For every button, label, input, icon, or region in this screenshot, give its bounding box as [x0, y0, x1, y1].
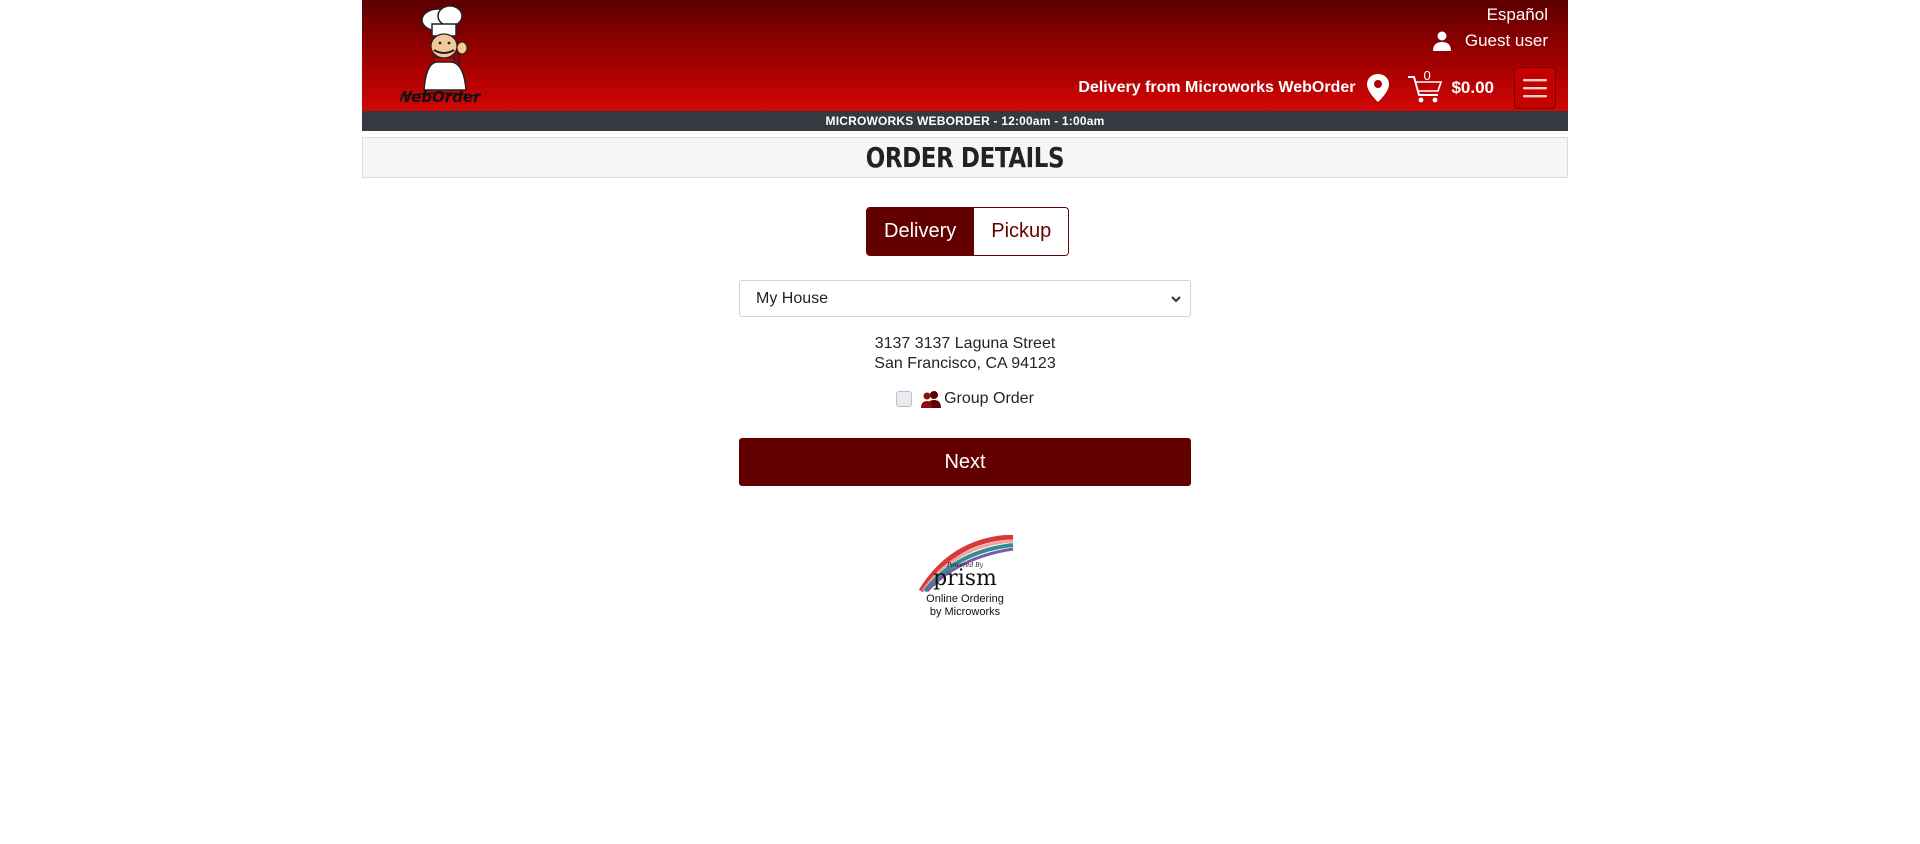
map-pin-icon[interactable] [1367, 74, 1390, 102]
language-link[interactable]: Español [1487, 5, 1548, 25]
menu-button[interactable] [1514, 67, 1556, 109]
powered-line-2: by Microworks [929, 606, 1001, 618]
page-wrapper: WebOrder Español Guest user Delivery fro… [362, 0, 1568, 618]
store-hours-bar: MICROWORKS WEBORDER - 12:00am - 1:00am [362, 111, 1568, 131]
header: WebOrder Español Guest user Delivery fro… [362, 0, 1568, 111]
address-select-value: My House [756, 290, 829, 307]
page-title-bar: ORDER DETAILS [362, 137, 1568, 178]
guest-user-label: Guest user [1464, 31, 1548, 50]
order-type-toggle: Delivery Pickup [866, 207, 1070, 256]
group-order-checkbox[interactable] [896, 391, 913, 407]
user-icon [1432, 31, 1451, 51]
address-select[interactable]: My House [739, 280, 1191, 317]
pickup-button[interactable]: Pickup [973, 208, 1069, 255]
cart-count: 0 [1423, 68, 1431, 83]
powered-by-prism: Powered By prism Online Ordering by Micr… [905, 535, 1025, 619]
guest-user-link[interactable]: Guest user [1432, 31, 1548, 51]
prism-text: prism [933, 566, 997, 591]
weborder-chef-logo[interactable]: WebOrder [400, 4, 500, 108]
group-order: Group Order [739, 390, 1191, 408]
delivery-from-label[interactable]: Delivery from Microworks WebOrder [1078, 79, 1355, 97]
page-title: ORDER DETAILS [865, 141, 1065, 174]
cart-button[interactable]: 0 [1407, 68, 1443, 105]
group-order-label: Group Order [944, 390, 1034, 407]
users-icon [921, 391, 942, 408]
address-line-1: 3137 3137 Laguna Street [874, 335, 1056, 352]
prism-logo: Powered By prism [918, 535, 1014, 593]
delivery-address: 3137 3137 Laguna Street San Francisco, C… [739, 334, 1191, 374]
delivery-button[interactable]: Delivery [867, 208, 974, 255]
logo-text: WebOrder [400, 88, 482, 106]
powered-line-1: Online Ordering [926, 593, 1004, 605]
cart-total[interactable]: $0.00 [1451, 78, 1494, 98]
address-line-2: San Francisco, CA 94123 [874, 355, 1056, 372]
hamburger-menu-icon [1523, 79, 1547, 98]
header-actions: Delivery from Microworks WebOrder 0 $0.0… [1078, 67, 1556, 109]
next-button[interactable]: Next [739, 438, 1191, 486]
chevron-down-icon [1171, 296, 1181, 303]
